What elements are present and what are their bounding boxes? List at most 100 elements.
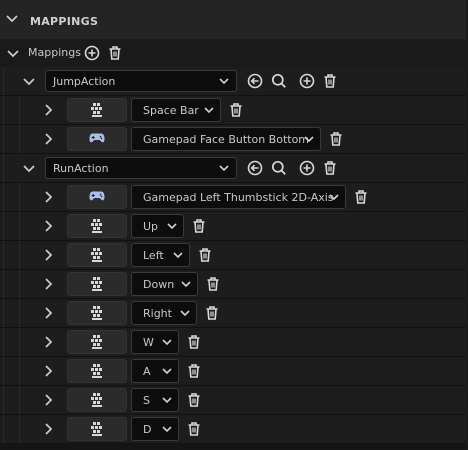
key-dropdown[interactable]: Gamepad Face Button Bottom [131,127,321,151]
key-label: W [143,336,154,349]
key-selector-button[interactable] [67,388,127,412]
delete-mapping-button[interactable] [226,100,246,120]
key-selector-button[interactable] [67,243,127,267]
mappings-section-header[interactable]: MAPPINGS [0,0,468,39]
delete-all-button[interactable] [105,43,125,63]
action-name: JumpAction [53,75,116,88]
chevron-right-icon[interactable] [40,247,56,263]
key-selector-button[interactable] [67,330,127,354]
key-selector-button[interactable] [67,98,127,122]
key-mapping-row: Right [0,299,468,328]
input-action-selector[interactable]: RunAction [45,157,237,179]
trash-icon [184,419,204,439]
key-dropdown[interactable]: D [131,417,179,441]
delete-mapping-button[interactable] [202,303,222,323]
delete-action-button[interactable] [320,158,340,178]
chevron-right-icon[interactable] [40,131,56,147]
key-selector-button[interactable] [67,214,127,238]
plus-circle-icon [297,158,317,178]
delete-mapping-button[interactable] [184,361,204,381]
browse-to-asset-button[interactable] [245,71,265,91]
dropdown-arrow-icon [203,104,215,119]
action-name: RunAction [53,162,109,175]
chevron-down-icon[interactable] [4,10,20,26]
key-dropdown[interactable]: Left [131,243,190,267]
browse-to-asset-button[interactable] [245,158,265,178]
chevron-down-icon[interactable] [5,45,21,61]
key-dropdown[interactable]: Up [131,214,184,238]
add-key-mapping-button[interactable] [297,71,317,91]
delete-mapping-button[interactable] [189,216,209,236]
add-key-mapping-button[interactable] [297,158,317,178]
keyboard-icon [89,335,105,349]
chevron-right-icon[interactable] [40,363,56,379]
key-selector-button[interactable] [67,272,127,296]
chevron-right-icon[interactable] [40,218,56,234]
key-selector-button[interactable] [67,359,127,383]
action-row: JumpAction [0,67,468,96]
delete-mapping-button[interactable] [203,274,223,294]
delete-action-button[interactable] [320,71,340,91]
key-label: Gamepad Face Button Bottom [143,133,310,146]
key-mapping-row: S [0,386,468,415]
find-asset-button[interactable] [269,71,289,91]
dropdown-arrow-icon [166,220,178,235]
search-icon [269,158,289,178]
chevron-down-icon[interactable] [21,160,37,176]
delete-mapping-button[interactable] [184,332,204,352]
key-label: Up [143,220,159,233]
key-mapping-row: D [0,415,468,444]
chevron-right-icon[interactable] [40,102,56,118]
dropdown-arrow-icon [218,75,230,90]
key-dropdown[interactable]: Down [131,272,198,296]
trash-icon [184,361,204,381]
keyboard-icon [89,422,105,436]
delete-mapping-button[interactable] [184,390,204,410]
key-mapping-row: Gamepad Face Button Bottom [0,125,468,154]
key-dropdown[interactable]: Space Bar [131,98,221,122]
key-label: Down [143,278,175,291]
key-selector-button[interactable] [67,127,127,151]
chevron-right-icon[interactable] [40,421,56,437]
key-dropdown[interactable]: W [131,330,179,354]
keyboard-icon [89,364,105,378]
input-action-selector[interactable]: JumpAction [45,70,237,92]
arrow-left-circle-icon [245,158,265,178]
key-mapping-row: W [0,328,468,357]
key-mapping-row: Left [0,241,468,270]
arrow-left-circle-icon [245,71,265,91]
delete-mapping-button[interactable] [195,245,215,265]
chevron-right-icon[interactable] [40,305,56,321]
key-dropdown[interactable]: S [131,388,179,412]
key-dropdown[interactable]: Gamepad Left Thumbstick 2D-Axis [131,185,346,209]
section-title: MAPPINGS [30,15,99,28]
key-dropdown[interactable]: A [131,359,179,383]
plus-circle-icon [84,45,100,61]
key-label: Left [143,249,164,262]
trash-icon [203,274,223,294]
key-label: Space Bar [143,104,199,117]
key-selector-button[interactable] [67,417,127,441]
key-selector-button[interactable] [67,185,127,209]
mappings-group-row: Mappings [0,39,468,67]
delete-mapping-button[interactable] [351,187,371,207]
chevron-right-icon[interactable] [40,392,56,408]
key-selector-button[interactable] [67,301,127,325]
dropdown-arrow-icon [180,278,192,293]
chevron-down-icon[interactable] [21,73,37,89]
delete-mapping-button[interactable] [184,419,204,439]
chevron-right-icon[interactable] [40,189,56,205]
plus-circle-icon [297,71,317,91]
key-label: Gamepad Left Thumbstick 2D-Axis [143,191,334,204]
keyboard-icon [89,393,105,407]
add-mapping-button[interactable] [82,43,102,63]
key-mapping-row: Gamepad Left Thumbstick 2D-Axis [0,183,468,212]
trash-icon [326,129,346,149]
find-asset-button[interactable] [269,158,289,178]
dropdown-arrow-icon [161,336,173,351]
dropdown-arrow-icon [161,394,173,409]
chevron-right-icon[interactable] [40,276,56,292]
key-dropdown[interactable]: Right [131,301,197,325]
delete-mapping-button[interactable] [326,129,346,149]
chevron-right-icon[interactable] [40,334,56,350]
